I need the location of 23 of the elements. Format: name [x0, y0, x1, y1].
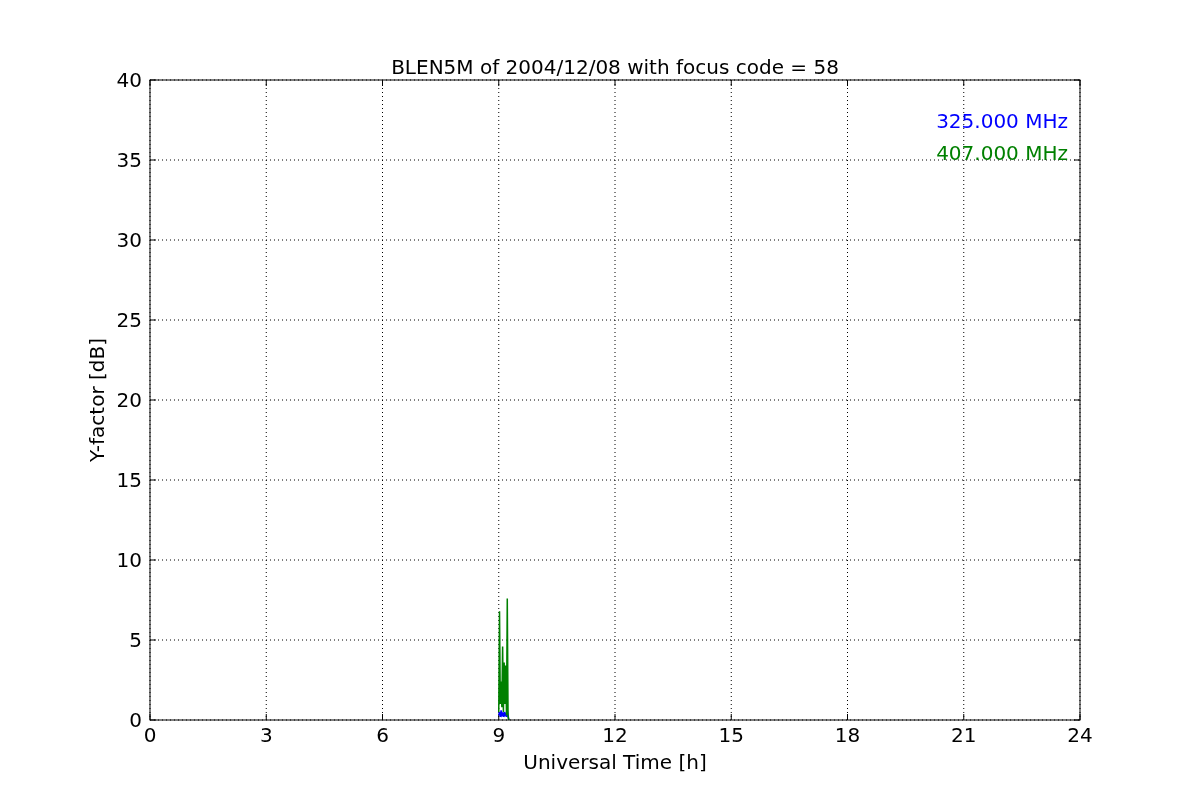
y-tick-label: 25	[116, 308, 142, 332]
legend-label: 407.000 MHz	[936, 141, 1068, 165]
x-tick-label: 18	[834, 723, 861, 747]
x-tick-label: 15	[718, 723, 744, 747]
y-tick-label: 20	[116, 388, 142, 412]
x-tick-label: 6	[376, 723, 389, 747]
x-tick-label: 21	[951, 723, 977, 747]
y-tick-label: 5	[129, 628, 142, 652]
y-axis-label: Y-factor [dB]	[85, 338, 109, 462]
y-tick-label: 40	[116, 68, 142, 92]
y-tick-label: 15	[116, 468, 142, 492]
x-tick-label: 0	[143, 723, 157, 747]
y-tick-label: 10	[116, 548, 142, 572]
y-tick-label: 35	[116, 148, 142, 172]
x-tick-label: 3	[259, 723, 273, 747]
x-tick-label: 12	[602, 723, 628, 747]
chart-title: BLEN5M of 2004/12/08 with focus code = 58	[391, 55, 839, 79]
y-tick-label: 30	[116, 228, 142, 252]
x-tick-label: 24	[1067, 723, 1093, 747]
legend-label: 325.000 MHz	[936, 109, 1068, 133]
x-axis-label: Universal Time [h]	[523, 750, 707, 774]
x-tick-label: 9	[492, 723, 506, 747]
y-tick-label: 0	[129, 708, 142, 732]
